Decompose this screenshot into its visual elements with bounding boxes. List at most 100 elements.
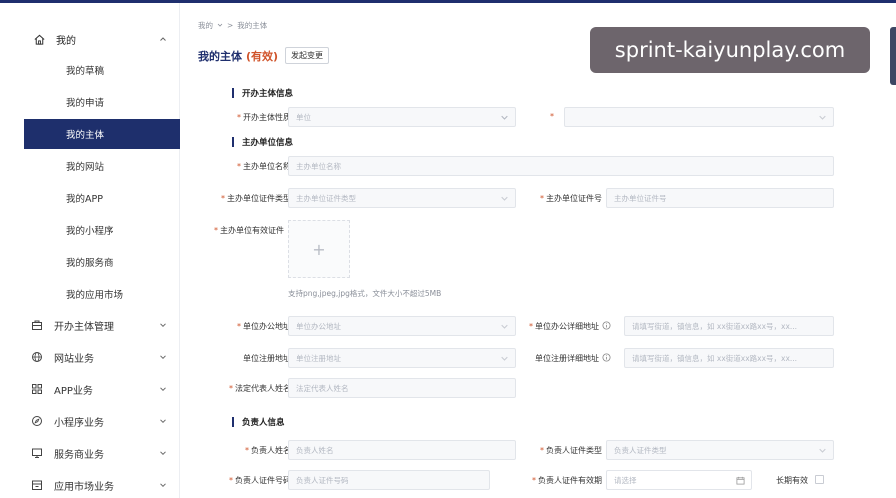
person-cert-type-placeholder: 负责人证件类型 [614, 445, 667, 455]
watermark-overlay: sprint-kaiyunplay.com [590, 27, 870, 73]
sidebar-item-my[interactable]: 我的 [24, 25, 180, 53]
legal-rep-placeholder: 法定代表人姓名 [296, 383, 349, 393]
section-bar [232, 88, 234, 98]
unit-cert-type-placeholder: 主办单位证件类型 [296, 193, 356, 203]
office-addr-label: * 单位办公地址 [237, 322, 291, 331]
unit-cert-type-label: * 主办单位证件类型 [221, 194, 291, 203]
org-nature-label: * 开办主体性质 [237, 113, 291, 122]
unit-cert-type-select[interactable]: 主办单位证件类型 [288, 188, 516, 208]
sidebar-group-entity-management[interactable]: 开办主体管理 [24, 311, 180, 339]
org-nature-select[interactable]: 单位 [288, 107, 516, 127]
sidebar-item-apps[interactable]: 我的APP [24, 183, 180, 213]
sidebar-group-mini-program[interactable]: 小程序业务 [24, 407, 180, 435]
required-marker: * [550, 112, 554, 121]
right-edge-tab [890, 27, 896, 85]
long-term-label: 长期有效 [776, 476, 808, 485]
chevron-down-icon [818, 446, 827, 455]
person-cert-type-label: * 负责人证件类型 [540, 446, 602, 455]
reg-addr-placeholder: 单位注册地址 [296, 353, 341, 363]
sidebar-group-label: APP业务 [54, 385, 93, 397]
section-title: 开办主体信息 [242, 89, 294, 99]
sidebar-item-providers[interactable]: 我的服务商 [24, 247, 180, 277]
home-icon [32, 32, 46, 46]
org-secondary-field[interactable] [564, 107, 834, 127]
office-detail-input[interactable]: 请填写街道，镇信息，如 xx街道xx路xx号，xx... [624, 316, 834, 336]
section-title: 负责人信息 [242, 418, 285, 428]
sidebar-group-label: 开办主体管理 [54, 321, 114, 333]
unit-valid-cert-label: * 主办单位有效证件 [214, 226, 284, 235]
info-icon[interactable] [602, 321, 611, 332]
person-cert-no-placeholder: 负责人证件号码 [296, 475, 349, 485]
office-addr-select[interactable]: 单位办公地址 [288, 316, 516, 336]
chevron-down-icon [500, 354, 509, 363]
person-cert-no-label-text: 负责人证件号码 [235, 476, 291, 485]
sidebar-group-label: 应用市场业务 [54, 481, 114, 493]
section-organizer: 开办主体信息 [232, 87, 293, 99]
unit-cert-no-label: * 主办单位证件号 [540, 194, 602, 203]
chevron-down-icon [818, 113, 827, 122]
unit-cert-type-label-text: 主办单位证件类型 [227, 194, 291, 203]
monitor-icon [30, 446, 44, 460]
person-cert-no-input[interactable]: 负责人证件号码 [288, 470, 490, 490]
unit-name-input[interactable]: 主办单位名称 [288, 156, 834, 176]
sidebar-group-website[interactable]: 网站业务 [24, 343, 180, 371]
sidebar-item-applications[interactable]: 我的申请 [24, 87, 180, 117]
legal-rep-label: * 法定代表人姓名 [229, 384, 291, 393]
person-cert-valid-label-text: 负责人证件有效期 [538, 476, 602, 485]
calendar-icon [736, 476, 745, 485]
cert-upload-area[interactable]: + [288, 220, 350, 278]
sidebar-group-app-market[interactable]: 应用市场业务 [24, 471, 180, 498]
person-name-label-text: 负责人姓名 [251, 446, 291, 455]
org-nature-value: 单位 [296, 112, 311, 122]
unit-cert-no-placeholder: 主办单位证件号 [614, 193, 667, 203]
chevron-down-icon [156, 318, 170, 332]
reg-addr-select[interactable]: 单位注册地址 [288, 348, 516, 368]
chevron-down-icon [500, 194, 509, 203]
building-icon [30, 318, 44, 332]
office-addr-label-text: 单位办公地址 [243, 322, 291, 331]
office-detail-label: * 单位办公详细地址 [529, 321, 611, 332]
section-unit: 主办单位信息 [232, 136, 293, 148]
initiate-change-button[interactable]: 发起变更 [285, 47, 329, 64]
sidebar-item-app-markets[interactable]: 我的应用市场 [24, 279, 180, 309]
sidebar-item-mini-programs[interactable]: 我的小程序 [24, 215, 180, 245]
info-icon[interactable] [602, 353, 611, 364]
store-icon [30, 478, 44, 492]
chevron-down-icon [500, 113, 509, 122]
unit-name-label: * 主办单位名称 [237, 162, 291, 171]
reg-detail-input[interactable]: 请填写街道，镇信息，如 xx街道xx路xx号，xx... [624, 348, 834, 368]
reg-detail-label-text: 单位注册详细地址 [535, 354, 599, 363]
chevron-down-icon [156, 382, 170, 396]
legal-rep-input[interactable]: 法定代表人姓名 [288, 378, 516, 398]
long-term-checkbox[interactable] [815, 475, 824, 484]
status-badge: (有效) [246, 50, 279, 63]
globe-icon [30, 350, 44, 364]
sidebar-item-label: 我的 [56, 35, 76, 47]
section-bar [232, 137, 234, 147]
unit-valid-cert-label-text: 主办单位有效证件 [220, 226, 284, 235]
person-cert-valid-datepicker[interactable]: 请选择 [606, 470, 752, 490]
sidebar-item-my-entity[interactable]: 我的主体 [24, 119, 180, 149]
person-cert-type-select[interactable]: 负责人证件类型 [606, 440, 834, 460]
chevron-up-icon[interactable] [156, 32, 170, 46]
sidebar: 我的 我的草稿 我的申请 我的主体 我的网站 我的APP 我的小程序 我的服务商… [0, 3, 180, 498]
unit-name-label-text: 主办单位名称 [243, 162, 291, 171]
person-name-input[interactable]: 负责人姓名 [288, 440, 516, 460]
person-cert-no-label: * 负责人证件号码 [229, 476, 291, 485]
sidebar-group-app[interactable]: APP业务 [24, 375, 180, 403]
reg-detail-placeholder: 请填写街道，镇信息，如 xx街道xx路xx号，xx... [632, 353, 798, 363]
breadcrumb-root[interactable]: 我的 [198, 20, 213, 31]
section-title: 主办单位信息 [242, 138, 294, 148]
unit-cert-no-input[interactable]: 主办单位证件号 [606, 188, 834, 208]
sidebar-item-drafts[interactable]: 我的草稿 [24, 55, 180, 85]
breadcrumb-separator: > [227, 21, 234, 30]
chevron-down-icon [156, 350, 170, 364]
main-content: 我的 > 我的主体 我的主体 (有效) 发起变更 开办主体信息 * 开办主体性质 … [180, 3, 896, 498]
sidebar-group-label: 网站业务 [54, 353, 94, 365]
sidebar-item-websites[interactable]: 我的网站 [24, 151, 180, 181]
page-title-text: 我的主体 [198, 50, 242, 63]
sidebar-group-provider[interactable]: 服务商业务 [24, 439, 180, 467]
section-bar [232, 417, 234, 427]
app-grid-icon [30, 382, 44, 396]
unit-name-placeholder: 主办单位名称 [296, 161, 341, 171]
